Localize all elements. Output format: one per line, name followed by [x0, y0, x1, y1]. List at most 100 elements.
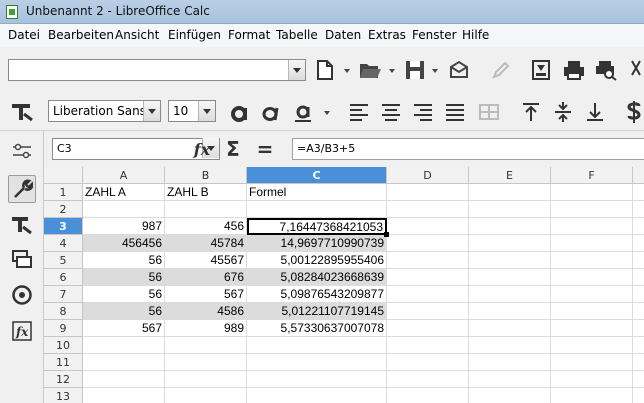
cell-b7[interactable]: 567 — [165, 286, 247, 303]
cell-f4[interactable] — [551, 235, 633, 252]
sum-button[interactable]: Σ — [220, 136, 246, 162]
cell-f5[interactable] — [551, 252, 633, 269]
cell-d9[interactable] — [387, 320, 469, 337]
sidebar-tools-button[interactable] — [8, 175, 36, 203]
cell-c1[interactable]: Formel — [247, 184, 387, 201]
open-dropdown-icon[interactable] — [389, 69, 395, 73]
menu-bearbeiten[interactable]: Bearbeiten — [48, 28, 114, 42]
cell-e11[interactable] — [469, 354, 551, 371]
chevron-down-icon[interactable] — [198, 101, 215, 121]
menu-hilfe[interactable]: Hilfe — [462, 28, 489, 42]
cell-a7[interactable]: 56 — [83, 286, 165, 303]
cell-c5[interactable]: 5,00122895955406 — [247, 252, 387, 269]
underline-dropdown-icon[interactable] — [324, 111, 330, 115]
font-size-combo[interactable]: 10 — [168, 100, 216, 122]
menu-datei[interactable]: Datei — [8, 28, 40, 42]
new-dropdown-icon[interactable] — [344, 69, 350, 73]
cell-d2[interactable] — [387, 201, 469, 218]
underline-button[interactable] — [290, 98, 316, 126]
name-box-input[interactable] — [57, 142, 197, 155]
cell-e1[interactable] — [469, 184, 551, 201]
cell-g2[interactable] — [633, 201, 644, 218]
cell-b3[interactable]: 456 — [165, 218, 247, 235]
edit-mode-button[interactable] — [488, 57, 514, 83]
cell-e5[interactable] — [469, 252, 551, 269]
cell-e12[interactable] — [469, 371, 551, 388]
cell-a1[interactable]: ZAHL A — [83, 184, 165, 201]
cell-c11[interactable] — [247, 354, 387, 371]
cell-c7[interactable]: 5,09876543209877 — [247, 286, 387, 303]
cell-f11[interactable] — [551, 354, 633, 371]
center-vertically-button[interactable] — [550, 98, 576, 126]
cell-e10[interactable] — [469, 337, 551, 354]
menu-tabelle[interactable]: Tabelle — [276, 28, 318, 42]
cell-a3[interactable]: 987 — [83, 218, 165, 235]
column-header-d[interactable]: D — [387, 167, 469, 184]
cell-c3[interactable]: 7,16447368421053 — [247, 218, 387, 235]
chevron-down-icon[interactable] — [143, 101, 160, 121]
menu-einfuegen[interactable]: Einfügen — [168, 28, 221, 42]
font-name-combo[interactable]: Liberation Sans — [48, 100, 161, 122]
print-button[interactable] — [560, 57, 588, 83]
currency-format-button[interactable] — [624, 98, 644, 126]
cell-b10[interactable] — [165, 337, 247, 354]
cell-e6[interactable] — [469, 269, 551, 286]
cell-c10[interactable] — [247, 337, 387, 354]
cell-e3[interactable] — [469, 218, 551, 235]
cell-f1[interactable] — [551, 184, 633, 201]
row-header-8[interactable]: 8 — [44, 303, 83, 320]
formula-input-field[interactable] — [297, 142, 637, 155]
new-document-button[interactable] — [312, 57, 338, 83]
cell-f13[interactable] — [551, 388, 633, 403]
formula-input[interactable] — [292, 138, 644, 160]
cell-g5[interactable] — [633, 252, 644, 269]
cell-d12[interactable] — [387, 371, 469, 388]
column-header-f[interactable]: F — [551, 167, 633, 184]
cell-c12[interactable] — [247, 371, 387, 388]
row-header-2[interactable]: 2 — [44, 201, 83, 218]
cell-a11[interactable] — [83, 354, 165, 371]
chevron-down-icon[interactable] — [288, 60, 305, 80]
cell-c6[interactable]: 5,08284023668639 — [247, 269, 387, 286]
function-wizard-button[interactable]: fx — [188, 136, 216, 162]
cell-e7[interactable] — [469, 286, 551, 303]
row-header-13[interactable]: 13 — [44, 388, 83, 403]
cell-a12[interactable] — [83, 371, 165, 388]
print-preview-button[interactable] — [592, 57, 620, 83]
cell-d4[interactable] — [387, 235, 469, 252]
cell-d5[interactable] — [387, 252, 469, 269]
cell-d13[interactable] — [387, 388, 469, 403]
export-pdf-button[interactable] — [528, 57, 554, 83]
cell-g7[interactable] — [633, 286, 644, 303]
cell-f12[interactable] — [551, 371, 633, 388]
cell-a2[interactable] — [83, 201, 165, 218]
align-bottom-button[interactable] — [582, 98, 608, 126]
cell-f8[interactable] — [551, 303, 633, 320]
align-center-button[interactable] — [378, 98, 404, 126]
column-header-a[interactable]: A — [83, 167, 165, 184]
open-button[interactable] — [356, 57, 384, 83]
cell-g13[interactable] — [633, 388, 644, 403]
cell-a4[interactable]: 456456 — [83, 235, 165, 252]
row-header-6[interactable]: 6 — [44, 269, 83, 286]
cell-e4[interactable] — [469, 235, 551, 252]
sidebar-styles-button[interactable] — [8, 211, 36, 239]
cell-d3[interactable] — [387, 218, 469, 235]
row-header-7[interactable]: 7 — [44, 286, 83, 303]
cell-a13[interactable] — [83, 388, 165, 403]
cell-b2[interactable] — [165, 201, 247, 218]
menu-extras[interactable]: Extras — [368, 28, 406, 42]
column-header-c[interactable]: C — [247, 167, 387, 184]
cell-b9[interactable]: 989 — [165, 320, 247, 337]
styles-button[interactable] — [8, 98, 36, 126]
save-dropdown-icon[interactable] — [432, 69, 438, 73]
cell-d6[interactable] — [387, 269, 469, 286]
italic-button[interactable] — [258, 98, 284, 126]
cell-e13[interactable] — [469, 388, 551, 403]
cell-c2[interactable] — [247, 201, 387, 218]
cell-b8[interactable]: 4586 — [165, 303, 247, 320]
menu-ansicht[interactable]: Ansicht — [115, 28, 159, 42]
cell-c8[interactable]: 5,01221107719145 — [247, 303, 387, 320]
cell-b11[interactable] — [165, 354, 247, 371]
row-header-4[interactable]: 4 — [44, 235, 83, 252]
